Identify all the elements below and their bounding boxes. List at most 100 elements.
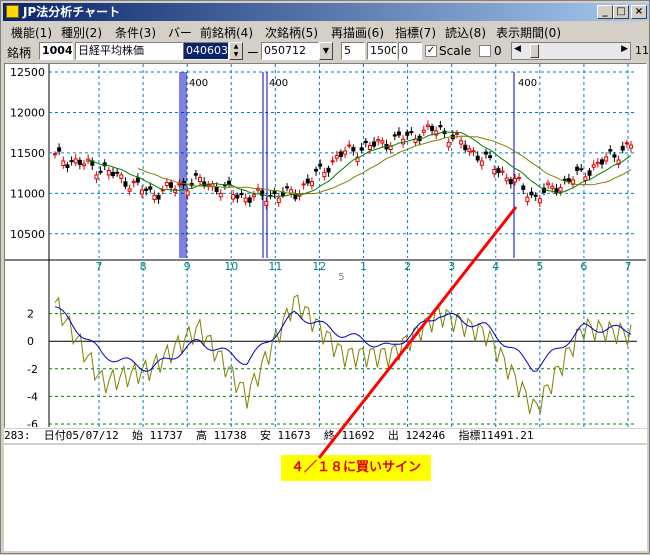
x-tick-label: 12 <box>312 260 326 273</box>
candle-body <box>177 183 182 186</box>
candle-body <box>235 194 240 199</box>
x-tick-label: 7 <box>625 260 632 273</box>
candle-body <box>579 168 584 171</box>
candle-body <box>376 139 381 142</box>
candle-body <box>500 170 505 173</box>
menu-bar: 機能(1) 種別(2) 条件(3) バー 前銘柄(4) 次銘柄(5) 再描画(6… <box>3 22 649 40</box>
candle-body <box>334 154 339 159</box>
scale-checkbox[interactable]: ✓ <box>425 45 437 57</box>
candle-body <box>591 164 596 168</box>
candle-body <box>521 185 526 190</box>
candle-body <box>529 191 534 196</box>
chevron-down-icon[interactable]: ▼ <box>319 42 333 60</box>
x-tick-label: 7 <box>96 260 103 273</box>
maximize-button[interactable]: □ <box>613 5 629 19</box>
candle-body <box>98 170 103 173</box>
menu-display-period[interactable]: 表示期間(0) <box>496 24 561 41</box>
menu-redraw[interactable]: 再描画(6) <box>331 24 384 41</box>
candle-body <box>425 124 430 127</box>
candle-body <box>57 147 62 152</box>
candle-body <box>53 153 57 156</box>
price-tick-label: 12500 <box>10 66 45 79</box>
candle-body <box>140 189 145 195</box>
spin-down-icon[interactable]: ▼ <box>234 51 239 58</box>
x-tick-label: 8 <box>140 260 147 273</box>
slider-thumb[interactable] <box>530 44 539 58</box>
candle-body <box>566 178 571 183</box>
candle-body <box>504 177 509 182</box>
candle-body <box>347 144 352 147</box>
candle-body <box>77 159 82 166</box>
zero-label: 0 <box>494 44 502 58</box>
candle-body <box>405 131 410 136</box>
date-from-input[interactable]: 040603 <box>183 42 229 60</box>
date-spinner[interactable]: ▲ ▼ <box>229 42 243 60</box>
menu-kinou[interactable]: 機能(1) <box>11 24 52 41</box>
stock-name-field[interactable]: 日経平均株価 <box>75 42 183 60</box>
param3-input[interactable]: 0 <box>398 42 422 60</box>
price-tick-label: 10500 <box>10 228 45 241</box>
period-slider[interactable]: ◀ ▶ <box>511 42 631 60</box>
chart-area: 12500 12000 11500 11000 10500 7 8 9 10 11 12 1 2 3 4 5 6… <box>4 63 647 428</box>
candle-body <box>152 194 157 201</box>
toolbar: 銘柄 1004 日経平均株価 040603 ▲ ▼ ー 050712 ▼ 5 15… <box>3 41 649 63</box>
marker-label: 400 <box>189 78 208 89</box>
left-arrow-icon[interactable]: ◀ <box>514 44 521 54</box>
menu-bar-item[interactable]: バー <box>168 24 192 41</box>
param2-input[interactable]: 1500 <box>367 42 397 60</box>
osc-tick-label: 2 <box>27 308 34 321</box>
param1-input[interactable]: 5 <box>341 42 365 60</box>
menu-next-stock[interactable]: 次銘柄(5) <box>265 24 318 41</box>
price-tick-label: 11000 <box>10 187 45 200</box>
menu-shubetsu[interactable]: 種別(2) <box>61 24 102 41</box>
candle-body <box>164 182 169 187</box>
candle-body <box>285 186 290 189</box>
candle-body <box>512 178 517 183</box>
spin-up-icon[interactable]: ▲ <box>234 43 239 50</box>
candle-body <box>508 178 513 185</box>
date-dash: ー <box>247 46 260 60</box>
candle-body <box>583 176 588 181</box>
candle-body <box>562 178 567 181</box>
close-button[interactable]: × <box>631 5 647 19</box>
candle-body <box>264 200 269 206</box>
candle-body <box>214 186 219 192</box>
x-tick-label: 9 <box>184 260 191 273</box>
menu-load[interactable]: 読込(8) <box>445 24 486 41</box>
menu-jouken[interactable]: 条件(3) <box>115 24 156 41</box>
candle-body <box>612 154 617 158</box>
candle-body <box>550 185 555 189</box>
candle-body <box>111 171 116 177</box>
candle-body <box>61 160 66 166</box>
code-input[interactable]: 1004 <box>39 42 73 60</box>
candle-body <box>198 176 203 183</box>
zero-checkbox[interactable] <box>479 45 491 57</box>
chart-svg: 12500120001150011000105007 8 9 10 11 12 1 2 3 4 5 6… <box>5 64 646 427</box>
menu-indicator[interactable]: 指標(7) <box>395 24 436 41</box>
candle-body <box>620 145 625 151</box>
app-icon <box>6 5 19 18</box>
candle-body <box>359 147 364 151</box>
candle-body <box>608 149 613 152</box>
candle-body <box>604 156 609 162</box>
x-tick-label: 4 <box>492 260 499 273</box>
candle-body <box>330 160 335 163</box>
candle-body <box>421 129 426 133</box>
candle-body <box>488 155 493 159</box>
candle-body <box>475 155 480 161</box>
candle-body <box>430 125 435 132</box>
candle-body <box>326 167 331 173</box>
osc-tick-label: -6 <box>27 418 38 427</box>
candle-body <box>338 151 343 157</box>
candle-body <box>351 146 356 152</box>
price-tick-label: 11500 <box>10 147 45 160</box>
window-title: JP法分析チャート <box>23 5 121 19</box>
menu-prev-stock[interactable]: 前銘柄(4) <box>200 24 253 41</box>
candle-body <box>144 188 149 191</box>
minimize-button[interactable]: _ <box>597 5 613 19</box>
x-tick-label: 1 <box>360 260 367 273</box>
right-arrow-icon[interactable]: ▶ <box>621 44 628 54</box>
candle-body <box>169 182 174 188</box>
date-to-select[interactable]: 050712 <box>261 42 319 60</box>
candle-body <box>380 140 385 144</box>
